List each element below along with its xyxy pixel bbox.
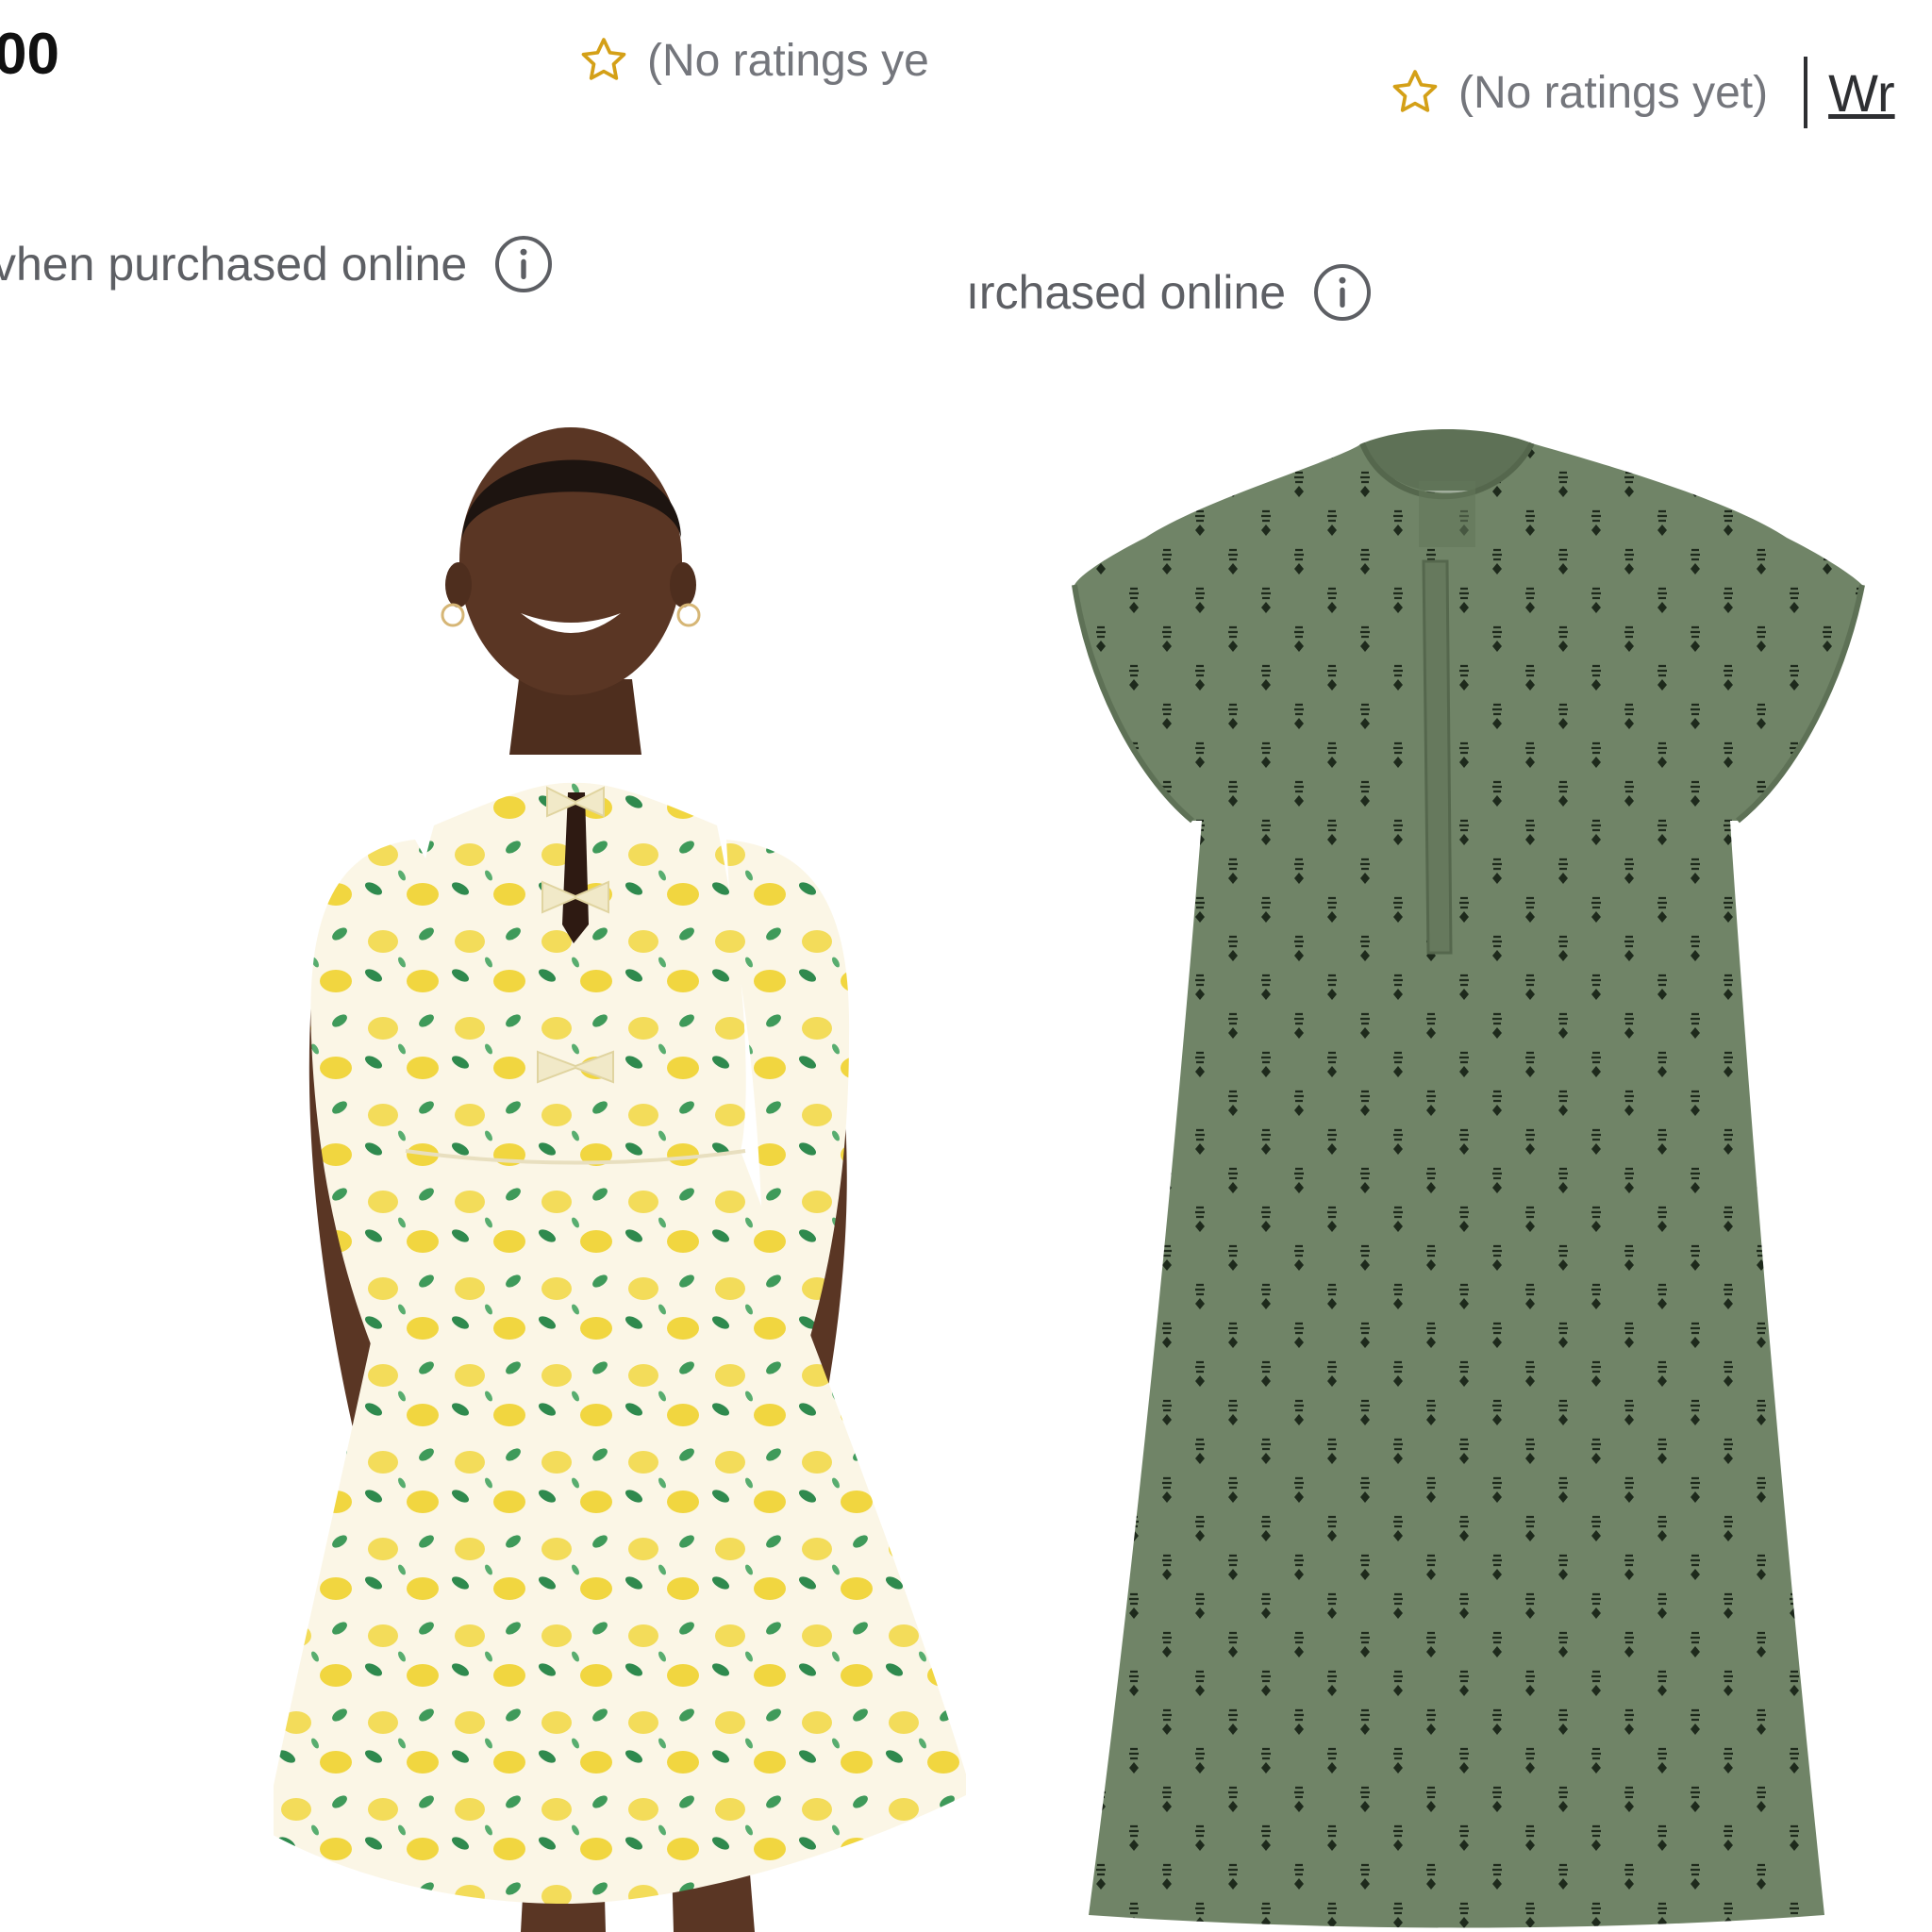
right-product-panel: (No ratings yet) Wr ırchased online (966, 0, 1932, 1932)
purchase-note: vhen purchased online (0, 234, 554, 294)
rating-summary: (No ratings yet) Wr (1389, 57, 1895, 128)
purchase-note-text: ırchased online (966, 266, 1287, 319)
product-image[interactable] (1051, 425, 1881, 1932)
write-review-link[interactable]: Wr (1828, 62, 1895, 124)
info-icon[interactable] (493, 234, 554, 294)
rating-text[interactable]: (No ratings yet) (1458, 67, 1768, 119)
info-icon[interactable] (1312, 262, 1373, 323)
left-product-panel: 00 (No ratings ye vhen purchased online (0, 0, 966, 1932)
star-outline-icon (581, 38, 626, 80)
star-outline-icon (1392, 70, 1438, 112)
rating-text: (No ratings ye (647, 35, 929, 86)
product-price: 00 (0, 22, 59, 87)
product-image[interactable] (274, 396, 966, 1932)
divider (1804, 57, 1808, 128)
purchase-note-text: vhen purchased online (0, 238, 468, 291)
rating-summary[interactable]: (No ratings ye (577, 34, 929, 87)
purchase-note: ırchased online (966, 262, 1373, 323)
